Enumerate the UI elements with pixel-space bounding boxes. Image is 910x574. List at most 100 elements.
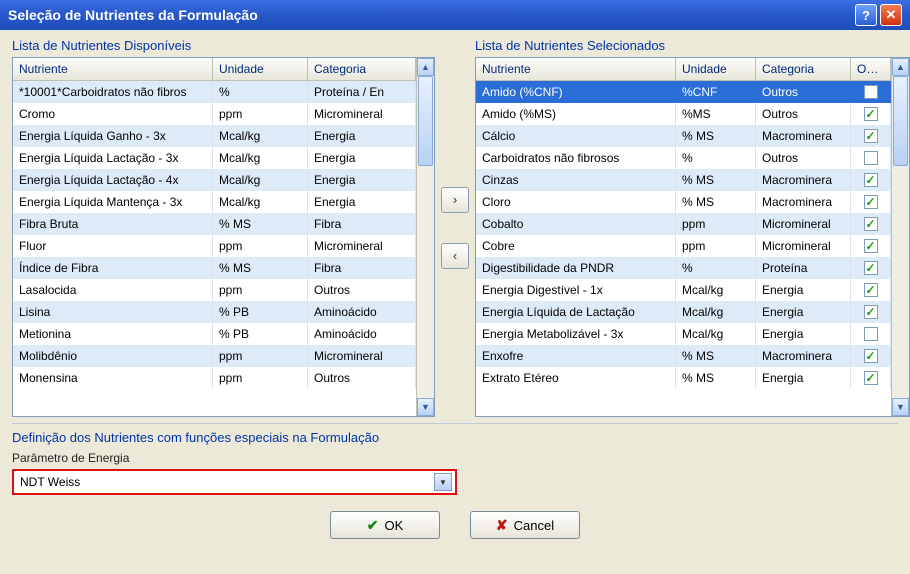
cell: Lasalocida — [13, 279, 213, 301]
obrig-cell — [851, 191, 891, 213]
obrig-cell — [851, 125, 891, 147]
table-row[interactable]: CromoppmMicromineral — [13, 103, 416, 125]
obrig-checkbox[interactable] — [864, 195, 878, 209]
cell: Outros — [756, 147, 851, 169]
table-row[interactable]: Amido (%CNF)%CNFOutros — [476, 81, 891, 103]
scroll-down-icon[interactable]: ▼ — [892, 398, 909, 416]
table-row[interactable]: Metionina% PBAminoácido — [13, 323, 416, 345]
obrig-cell — [851, 147, 891, 169]
cell: Macrominera — [756, 191, 851, 213]
scroll-thumb[interactable] — [418, 76, 433, 166]
table-row[interactable]: Energia Líquida de LactaçãoMcal/kgEnergi… — [476, 301, 891, 323]
table-row[interactable]: Energia Líquida Mantença - 3xMcal/kgEner… — [13, 191, 416, 213]
table-row[interactable]: Energia Líquida Lactação - 3xMcal/kgEner… — [13, 147, 416, 169]
obrig-checkbox[interactable] — [864, 349, 878, 363]
table-row[interactable]: CobaltoppmMicromineral — [476, 213, 891, 235]
cell: % PB — [213, 301, 308, 323]
cell: Cromo — [13, 103, 213, 125]
table-row[interactable]: Fibra Bruta% MSFibra — [13, 213, 416, 235]
cell: Lisina — [13, 301, 213, 323]
window-title: Seleção de Nutrientes da Formulação — [8, 7, 258, 23]
chevron-left-icon: ‹ — [453, 248, 457, 263]
table-row[interactable]: Cálcio% MSMacrominera — [476, 125, 891, 147]
table-row[interactable]: Energia Metabolizável - 3xMcal/kgEnergia — [476, 323, 891, 345]
obrig-cell — [851, 81, 891, 103]
selected-header-obrig[interactable]: Obrig — [851, 58, 891, 80]
obrig-checkbox[interactable] — [864, 239, 878, 253]
special-section-title: Definição dos Nutrientes com funções esp… — [12, 430, 898, 445]
table-row[interactable]: *10001*Carboidratos não fibros%Proteína … — [13, 81, 416, 103]
dropdown-button[interactable]: ▼ — [434, 473, 452, 491]
table-row[interactable]: Energia Líquida Lactação - 4xMcal/kgEner… — [13, 169, 416, 191]
table-row[interactable]: FluorppmMicromineral — [13, 235, 416, 257]
cell: % MS — [213, 213, 308, 235]
obrig-cell — [851, 235, 891, 257]
available-header-unidade[interactable]: Unidade — [213, 58, 308, 80]
energy-param-dropdown[interactable]: NDT Weiss ▼ — [12, 469, 457, 495]
cell: Extrato Etéreo — [476, 367, 676, 389]
available-header-nutriente[interactable]: Nutriente — [13, 58, 213, 80]
cell: % MS — [676, 191, 756, 213]
table-row[interactable]: Índice de Fibra% MSFibra — [13, 257, 416, 279]
obrig-checkbox[interactable] — [864, 85, 878, 99]
ok-button[interactable]: ✔ OK — [330, 511, 440, 539]
scroll-up-icon[interactable]: ▲ — [417, 58, 434, 76]
table-row[interactable]: Extrato Etéreo% MSEnergia — [476, 367, 891, 389]
table-row[interactable]: Digestibilidade da PNDR%Proteína — [476, 257, 891, 279]
help-button[interactable]: ? — [855, 4, 877, 26]
cell: Amido (%CNF) — [476, 81, 676, 103]
obrig-checkbox[interactable] — [864, 283, 878, 297]
selected-scrollbar[interactable]: ▲ ▼ — [891, 58, 909, 416]
available-grid: Nutriente Unidade Categoria *10001*Carbo… — [12, 57, 435, 417]
table-row[interactable]: Lisina% PBAminoácido — [13, 301, 416, 323]
available-header-categoria[interactable]: Categoria — [308, 58, 416, 80]
move-right-button[interactable]: › — [441, 187, 469, 213]
cell: % MS — [676, 169, 756, 191]
cell: Outros — [756, 81, 851, 103]
selected-header-unidade[interactable]: Unidade — [676, 58, 756, 80]
table-row[interactable]: MolibdênioppmMicromineral — [13, 345, 416, 367]
cancel-button[interactable]: ✘ Cancel — [470, 511, 580, 539]
cell: % — [676, 257, 756, 279]
obrig-checkbox[interactable] — [864, 173, 878, 187]
cell: % PB — [213, 323, 308, 345]
selected-header-categoria[interactable]: Categoria — [756, 58, 851, 80]
obrig-checkbox[interactable] — [864, 261, 878, 275]
obrig-checkbox[interactable] — [864, 217, 878, 231]
table-row[interactable]: MonensinappmOutros — [13, 367, 416, 389]
obrig-checkbox[interactable] — [864, 327, 878, 341]
scroll-down-icon[interactable]: ▼ — [417, 398, 434, 416]
available-scrollbar[interactable]: ▲ ▼ — [416, 58, 434, 416]
x-icon: ✘ — [496, 517, 508, 534]
table-row[interactable]: Amido (%MS)%MSOutros — [476, 103, 891, 125]
close-button[interactable]: ✕ — [880, 4, 902, 26]
cell: % — [213, 81, 308, 103]
cell: Outros — [756, 103, 851, 125]
table-row[interactable]: Energia Digestível - 1xMcal/kgEnergia — [476, 279, 891, 301]
cell: Outros — [308, 367, 416, 389]
scroll-up-icon[interactable]: ▲ — [892, 58, 909, 76]
obrig-checkbox[interactable] — [864, 371, 878, 385]
table-row[interactable]: LasalocidappmOutros — [13, 279, 416, 301]
obrig-checkbox[interactable] — [864, 151, 878, 165]
table-row[interactable]: Energia Líquida Ganho - 3xMcal/kgEnergia — [13, 125, 416, 147]
cell: ppm — [213, 345, 308, 367]
cell: Macrominera — [756, 125, 851, 147]
selected-header-nutriente[interactable]: Nutriente — [476, 58, 676, 80]
table-row[interactable]: Carboidratos não fibrosos%Outros — [476, 147, 891, 169]
cell: Mcal/kg — [213, 169, 308, 191]
table-row[interactable]: Cloro% MSMacrominera — [476, 191, 891, 213]
cell: Mcal/kg — [213, 191, 308, 213]
obrig-checkbox[interactable] — [864, 107, 878, 121]
cell: Mcal/kg — [676, 279, 756, 301]
obrig-checkbox[interactable] — [864, 129, 878, 143]
energy-param-value: NDT Weiss — [14, 473, 434, 491]
table-row[interactable]: Enxofre% MSMacrominera — [476, 345, 891, 367]
available-label: Lista de Nutrientes Disponíveis — [12, 38, 435, 53]
table-row[interactable]: Cinzas% MSMacrominera — [476, 169, 891, 191]
cell: Energia Líquida Mantença - 3x — [13, 191, 213, 213]
move-left-button[interactable]: ‹ — [441, 243, 469, 269]
scroll-thumb[interactable] — [893, 76, 908, 166]
table-row[interactable]: CobreppmMicromineral — [476, 235, 891, 257]
obrig-checkbox[interactable] — [864, 305, 878, 319]
